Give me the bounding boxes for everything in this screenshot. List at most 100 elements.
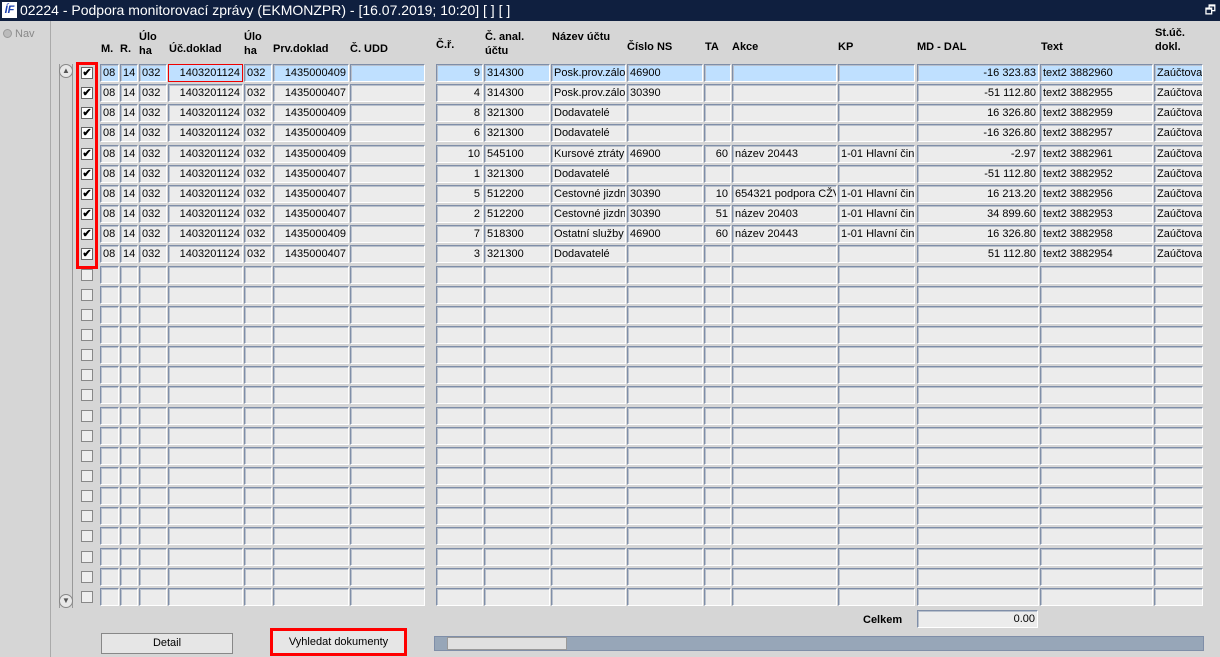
cell-md-dal[interactable]: 51 112.80 — [917, 245, 1039, 264]
cell-ta[interactable] — [704, 527, 731, 546]
cell-st-uc-dokl[interactable]: Zaúčtova — [1154, 124, 1203, 143]
cell-uloha-2[interactable]: 032 — [244, 225, 272, 244]
cell-c-anal[interactable]: 321300 — [484, 245, 550, 264]
cell-r[interactable] — [120, 567, 138, 586]
cell-nazev-uctu[interactable] — [551, 446, 626, 465]
cell-cr[interactable]: 4 — [436, 84, 483, 103]
cell-c-anal[interactable] — [484, 366, 550, 385]
cell-prv-doklad[interactable]: 1435000407 — [273, 184, 349, 203]
cell-text[interactable] — [1040, 587, 1153, 606]
cell-cislo-ns[interactable] — [627, 386, 703, 405]
cell-c-anal[interactable]: 314300 — [484, 64, 550, 82]
row-checkbox[interactable] — [81, 429, 93, 442]
cell-r[interactable]: 14 — [120, 84, 138, 103]
row-checkbox[interactable] — [81, 570, 93, 583]
cell-ta[interactable] — [704, 587, 731, 606]
cell-prv-doklad[interactable] — [273, 446, 349, 465]
cell-r[interactable]: 14 — [120, 144, 138, 163]
cell-c-anal[interactable] — [484, 426, 550, 445]
cell-st-uc-dokl[interactable] — [1154, 527, 1203, 546]
detail-button[interactable]: Detail — [101, 633, 233, 654]
cell-r[interactable] — [120, 285, 138, 304]
cell-kp[interactable] — [838, 446, 915, 465]
cell-ta[interactable] — [704, 104, 731, 123]
cell-c-anal[interactable] — [484, 305, 550, 324]
cell-kp[interactable] — [838, 104, 915, 123]
cell-st-uc-dokl[interactable]: Zaúčtova — [1154, 84, 1203, 103]
cell-uloha[interactable] — [139, 567, 167, 586]
cell-md-dal[interactable]: 34 899.60 — [917, 205, 1039, 224]
cell-uc-doklad[interactable]: 1403201124 — [168, 104, 243, 123]
cell-akce[interactable] — [732, 527, 837, 546]
cell-prv-doklad[interactable] — [273, 265, 349, 284]
cell-ta[interactable] — [704, 84, 731, 103]
cell-c-udd[interactable] — [350, 84, 425, 103]
cell-akce[interactable] — [732, 467, 837, 485]
cell-kp[interactable] — [838, 285, 915, 304]
cell-cr[interactable]: 9 — [436, 64, 483, 82]
cell-text[interactable] — [1040, 467, 1153, 485]
cell-akce[interactable]: název 20443 — [732, 225, 837, 244]
cell-ta[interactable] — [704, 426, 731, 445]
cell-r[interactable]: 14 — [120, 164, 138, 183]
cell-m[interactable]: 08 — [100, 104, 119, 123]
cell-c-udd[interactable] — [350, 205, 425, 224]
cell-cislo-ns[interactable] — [627, 567, 703, 586]
cell-cr[interactable] — [436, 285, 483, 304]
cell-kp[interactable] — [838, 547, 915, 566]
cell-md-dal[interactable]: -51 112.80 — [917, 84, 1039, 103]
cell-kp[interactable]: 1-01 Hlavní činn — [838, 225, 915, 244]
cell-ta[interactable] — [704, 305, 731, 324]
cell-st-uc-dokl[interactable] — [1154, 305, 1203, 324]
cell-cr[interactable] — [436, 467, 483, 485]
cell-md-dal[interactable] — [917, 386, 1039, 405]
cell-cr[interactable] — [436, 265, 483, 284]
cell-uloha-2[interactable]: 032 — [244, 104, 272, 123]
cell-uc-doklad[interactable]: 1403201124 — [168, 184, 243, 203]
cell-uloha[interactable] — [139, 507, 167, 526]
cell-c-anal[interactable] — [484, 386, 550, 405]
cell-st-uc-dokl[interactable]: Zaúčtova — [1154, 205, 1203, 224]
cell-m[interactable] — [100, 265, 119, 284]
cell-c-udd[interactable] — [350, 507, 425, 526]
scroll-up-icon[interactable]: ▲ — [59, 64, 73, 78]
cell-text[interactable] — [1040, 507, 1153, 526]
cell-nazev-uctu[interactable] — [551, 265, 626, 284]
cell-ta[interactable] — [704, 467, 731, 485]
cell-r[interactable]: 14 — [120, 104, 138, 123]
cell-c-udd[interactable] — [350, 245, 425, 264]
cell-prv-doklad[interactable]: 1435000407 — [273, 245, 349, 264]
cell-kp[interactable] — [838, 487, 915, 506]
cell-m[interactable]: 08 — [100, 245, 119, 264]
cell-st-uc-dokl[interactable]: Zaúčtova — [1154, 144, 1203, 163]
cell-akce[interactable] — [732, 547, 837, 566]
cell-r[interactable] — [120, 507, 138, 526]
cell-ta[interactable]: 60 — [704, 144, 731, 163]
cell-cr[interactable]: 6 — [436, 124, 483, 143]
cell-uc-doklad[interactable] — [168, 547, 243, 566]
cell-md-dal[interactable] — [917, 587, 1039, 606]
cell-uloha-2[interactable]: 032 — [244, 144, 272, 163]
row-checkbox[interactable] — [81, 328, 93, 341]
cell-uloha-2[interactable] — [244, 406, 272, 425]
cell-cislo-ns[interactable] — [627, 527, 703, 546]
cell-r[interactable] — [120, 265, 138, 284]
cell-cislo-ns[interactable]: 46900 — [627, 64, 703, 82]
cell-md-dal[interactable]: -2.97 — [917, 144, 1039, 163]
cell-uloha-2[interactable]: 032 — [244, 84, 272, 103]
cell-cislo-ns[interactable] — [627, 406, 703, 425]
cell-st-uc-dokl[interactable] — [1154, 265, 1203, 284]
cell-cislo-ns[interactable] — [627, 104, 703, 123]
cell-nazev-uctu[interactable] — [551, 467, 626, 485]
cell-md-dal[interactable] — [917, 406, 1039, 425]
cell-uloha-2[interactable] — [244, 265, 272, 284]
cell-kp[interactable]: 1-01 Hlavní činn — [838, 184, 915, 203]
cell-ta[interactable] — [704, 164, 731, 183]
cell-c-anal[interactable] — [484, 547, 550, 566]
cell-m[interactable] — [100, 285, 119, 304]
cell-uc-doklad[interactable] — [168, 386, 243, 405]
cell-text[interactable]: text2 3882957 — [1040, 124, 1153, 143]
cell-cislo-ns[interactable] — [627, 467, 703, 485]
cell-uc-doklad[interactable] — [168, 346, 243, 365]
cell-c-udd[interactable] — [350, 406, 425, 425]
